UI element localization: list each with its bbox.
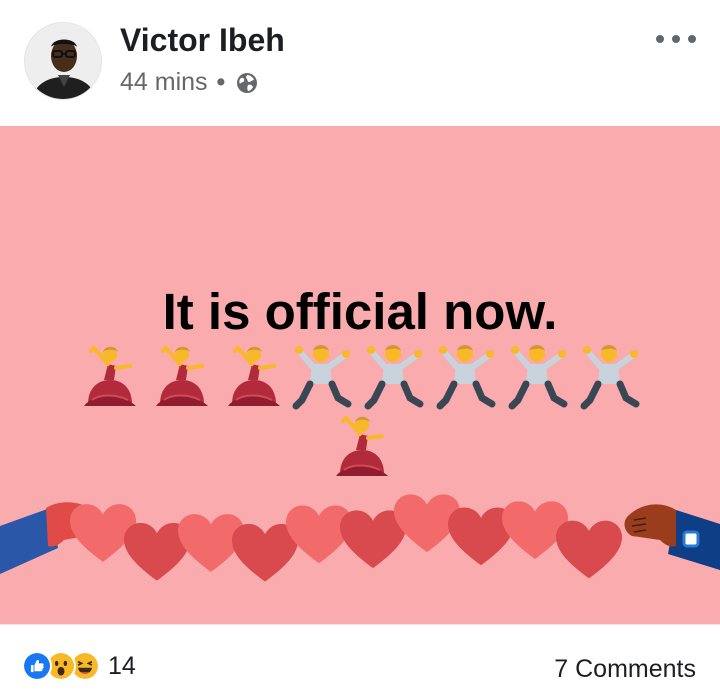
avatar-image [25,23,101,99]
banner-headline: It is official now. [162,283,558,340]
dancer-emoji-row-2 [322,410,394,482]
reaction-count: 14 [108,651,136,680]
man-dancing-icon [502,340,574,412]
reaction-summary[interactable]: 14 [22,651,136,681]
post-header: Victor Ibeh 44 mins • [0,0,720,126]
man-dancing-icon [574,340,646,412]
woman-dancing-icon [322,410,394,482]
heart-shape [232,523,298,582]
man-dancing-icon [430,340,502,412]
woman-dancing-icon [70,340,142,412]
more-options-icon[interactable] [656,28,696,50]
man-dancing-icon [358,340,430,412]
post-footer: 14 7 Comments [0,624,720,691]
heart-chain-illustration [0,494,720,582]
like-icon [22,651,52,681]
post-banner[interactable]: It is official now. [0,126,720,624]
avatar[interactable] [24,22,102,100]
dancer-emoji-row [70,340,646,412]
globe-icon[interactable] [235,71,259,95]
woman-dancing-icon [142,340,214,412]
man-dancing-icon [286,340,358,412]
post-meta: 44 mins • [120,68,259,97]
heart-shape [556,520,622,579]
author-name[interactable]: Victor Ibeh [120,22,285,59]
comments-link[interactable]: 7 Comments [554,655,696,684]
woman-dancing-icon [214,340,286,412]
post-time[interactable]: 44 mins [120,68,208,97]
meta-separator: • [216,68,226,96]
